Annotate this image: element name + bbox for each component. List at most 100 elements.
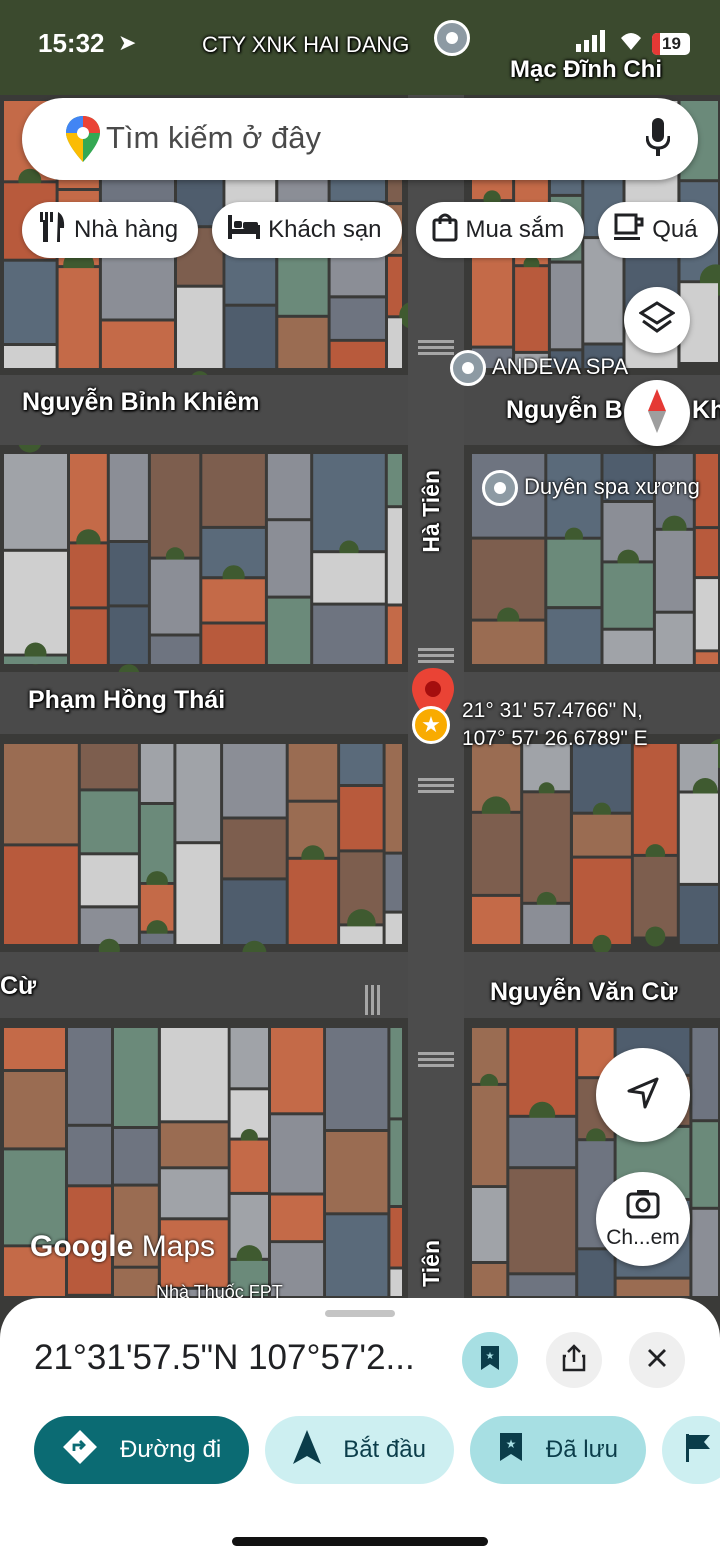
rooftop (390, 1208, 402, 1267)
rooftop (390, 1028, 402, 1118)
rooftop (692, 1028, 718, 1120)
rooftop (267, 598, 311, 664)
rooftop (278, 317, 328, 368)
rooftop (472, 896, 521, 944)
close-button[interactable] (629, 1332, 685, 1388)
rooftop (515, 267, 548, 351)
chip-shopping[interactable]: Mua sắm (415, 202, 585, 258)
street-tien-bottom: Tiên (418, 1240, 444, 1287)
rooftop (114, 1028, 158, 1126)
rooftop (4, 454, 67, 549)
svg-text:★: ★ (506, 1437, 517, 1451)
poi-pin-icon[interactable] (434, 20, 470, 56)
street-khi-right: Khi (692, 396, 720, 424)
street-cu-left: Cừ (0, 972, 37, 1000)
rooftop (616, 1279, 690, 1296)
layers-icon (638, 300, 676, 340)
bed-icon (228, 214, 261, 246)
rooftop (330, 341, 385, 368)
rooftop (472, 1188, 507, 1261)
rooftop (140, 744, 174, 802)
rooftop (68, 1028, 111, 1124)
rooftop (547, 609, 601, 664)
status-time: 15:32 (38, 28, 105, 58)
poi-andeva-spa[interactable]: ANDEVA SPA (450, 350, 628, 386)
pin-lat-label: 21° 31' 57.4766" N, (462, 699, 643, 722)
directions-icon (62, 1429, 98, 1472)
rooftop (388, 318, 402, 368)
rooftop (4, 346, 56, 368)
rooftop (523, 904, 570, 944)
poi-pin-icon (482, 470, 518, 506)
search-input[interactable]: Tìm kiếm ở đây (106, 120, 321, 156)
home-indicator[interactable] (232, 1537, 488, 1546)
share-button[interactable] (546, 1332, 602, 1388)
rooftop (340, 744, 383, 784)
poi-top-label[interactable]: CTY XNK HAI DANG (202, 32, 409, 58)
save-place-button[interactable]: ★ (462, 1332, 518, 1388)
saved-label: Đã lưu (545, 1436, 619, 1463)
chip-label: Nhà hàng (74, 216, 179, 243)
poi-duyen-spa[interactable]: Duyên spa xương (482, 470, 700, 506)
compass-button[interactable] (624, 380, 690, 446)
share-icon (562, 1343, 586, 1377)
rooftop (509, 1117, 576, 1167)
rooftop (695, 579, 718, 650)
rooftop (80, 855, 138, 906)
rooftop (326, 1028, 388, 1129)
rooftop (58, 268, 99, 368)
rooftop (70, 544, 107, 607)
rooftop (271, 1028, 324, 1113)
rooftop (692, 1209, 718, 1296)
saved-button[interactable]: ★ Đã lưu (469, 1416, 647, 1484)
coffee-cup-icon (614, 213, 644, 248)
dropped-pin[interactable]: ★ (410, 668, 456, 744)
start-button[interactable]: Bắt đầu (265, 1416, 454, 1484)
rooftop (114, 1268, 158, 1296)
rooftop (692, 1122, 718, 1207)
flag-icon (684, 1432, 712, 1469)
camera-lens-icon (626, 1189, 660, 1224)
rooftop (223, 819, 286, 878)
lens-button[interactable]: Ch...em (596, 1172, 690, 1266)
rooftop (230, 1140, 268, 1192)
my-location-button[interactable] (596, 1048, 690, 1142)
rooftop (695, 529, 718, 577)
signal-icon (576, 30, 610, 58)
rooftop (603, 563, 653, 628)
rooftop (385, 854, 402, 911)
directions-button[interactable]: Đường đi (34, 1416, 250, 1484)
rooftop (150, 636, 200, 664)
category-chips: Nhà hàng Khách sạn Mua sắm Quá (22, 202, 718, 258)
rooftop (578, 1250, 614, 1296)
microphone-icon[interactable] (645, 118, 671, 163)
google-maps-watermark: Google Maps (30, 1230, 215, 1264)
pin-coordinates-label: 21° 31' 57.4766" N, 107° 57' 26.6789" E (462, 697, 648, 753)
rooftop (509, 1169, 576, 1273)
label-flag-button[interactable] (662, 1416, 720, 1484)
chip-restaurants[interactable]: Nhà hàng (22, 202, 199, 258)
rooftop (573, 858, 631, 944)
rooftop (550, 263, 582, 349)
rooftop (160, 1028, 228, 1121)
rooftop (80, 908, 138, 944)
rooftop (4, 846, 78, 944)
rooftop (4, 551, 67, 654)
chip-hotels[interactable]: Khách sạn (212, 202, 402, 258)
pin-lng-label: 107° 57' 26.6789" E (462, 727, 648, 750)
rooftop (101, 321, 174, 368)
rooftop (573, 814, 631, 856)
drag-handle[interactable] (325, 1310, 395, 1317)
tree (592, 934, 612, 954)
rooftop (313, 553, 385, 603)
poi-label: Duyên spa xương (524, 473, 700, 499)
svg-text:★: ★ (486, 1351, 495, 1362)
rooftop (177, 287, 223, 368)
rooftop (68, 1126, 111, 1185)
chip-cafe[interactable]: Quá (598, 202, 718, 258)
rooftop (176, 844, 221, 944)
search-bar[interactable]: Tìm kiếm ở đây (22, 98, 698, 180)
bottom-sheet[interactable]: 21°31'57.5"N 107°57'2... ★ Đường đi Bắt … (0, 1298, 720, 1558)
layers-button[interactable] (624, 287, 690, 353)
street-ha-tien: Hà Tiên (418, 470, 444, 553)
